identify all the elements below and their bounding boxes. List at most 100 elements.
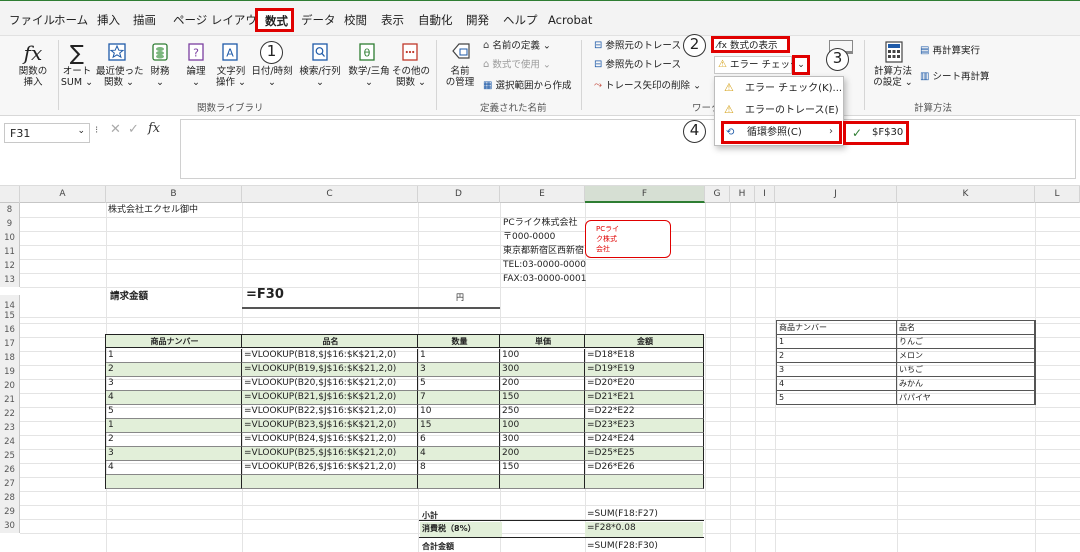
cell-f30[interactable]: =SUM(F28:F30) [585, 540, 658, 552]
use-in-formula-button[interactable]: ⌂ 数式で使用 ⌄ [483, 59, 551, 72]
table-cell[interactable]: 10 [418, 405, 500, 419]
row-header-26[interactable]: 26 [0, 463, 20, 477]
table-header[interactable]: 金額 [585, 335, 704, 348]
create-from-selection-button[interactable]: ▦ 選択範囲から作成 [483, 80, 572, 93]
table-cell[interactable]: =D23*E23 [585, 419, 704, 433]
tab-insert[interactable]: 挿入 [97, 13, 120, 27]
column-header-d[interactable]: D [418, 186, 500, 203]
formula-input[interactable] [180, 119, 1076, 179]
column-header-g[interactable]: G [705, 186, 730, 203]
cell-b8[interactable]: 株式会社エクセル御中 [106, 204, 198, 217]
table-cell[interactable]: 150 [500, 461, 585, 475]
circular-reference-submenu[interactable]: ✓ $F$30 [843, 121, 909, 145]
remove-arrows-button[interactable]: ⤳ トレース矢印の削除 ⌄ [594, 80, 701, 93]
lookup-cell[interactable]: 4 [777, 377, 897, 391]
datetime-button[interactable]: 日付/時刻 ⌄ [249, 66, 295, 88]
cell-e11[interactable]: 東京都新宿区西新宿1 [501, 245, 585, 258]
table-cell[interactable] [585, 475, 704, 489]
table-cell[interactable]: 15 [418, 419, 500, 433]
tab-help[interactable]: ヘルプ [503, 13, 538, 27]
row-header-15[interactable]: 15 [0, 309, 20, 323]
table-cell[interactable] [106, 475, 242, 489]
column-header-l[interactable]: L [1035, 186, 1080, 203]
cell-e13[interactable]: FAX:03-0000-0001 [501, 273, 586, 286]
table-cell[interactable]: 100 [500, 349, 585, 363]
table-cell[interactable]: 150 [500, 391, 585, 405]
row-header-17[interactable]: 17 [0, 337, 20, 351]
table-cell[interactable]: =VLOOKUP(B26,$J$16:$K$21,2,0) [242, 461, 418, 475]
lookup-cell[interactable]: みかん [897, 377, 1035, 391]
table-cell[interactable]: 250 [500, 405, 585, 419]
tab-acrobat[interactable]: Acrobat [548, 13, 592, 27]
table-cell[interactable]: =VLOOKUP(B24,$J$16:$K$21,2,0) [242, 433, 418, 447]
math-button[interactable]: 数学/三角 ⌄ [345, 66, 393, 88]
calc-options-button[interactable]: 計算方法 の設定 ⌄ [870, 66, 916, 88]
tab-automate[interactable]: 自動化 [418, 13, 453, 27]
table-cell[interactable]: 7 [418, 391, 500, 405]
table-header[interactable]: 品名 [242, 335, 418, 348]
lookup-cell[interactable]: 1 [777, 335, 897, 349]
column-header-h[interactable]: H [730, 186, 755, 203]
column-header-e[interactable]: E [500, 186, 585, 203]
row-header-8[interactable]: 8 [0, 203, 20, 217]
lookup-header[interactable]: 品名 [897, 321, 1035, 335]
tab-developer[interactable]: 開発 [466, 13, 489, 27]
menu-item-error-check[interactable]: エラー チェック(K)... [715, 78, 843, 100]
table-header[interactable]: 数量 [418, 335, 500, 348]
row-header-16[interactable]: 16 [0, 323, 20, 337]
table-cell[interactable] [242, 475, 418, 489]
trace-precedents-button[interactable]: ⊟ 参照元のトレース [594, 40, 681, 53]
name-box[interactable]: F31 ⌄ [4, 123, 90, 143]
show-formulas-button[interactable]: ⁄fx 数式の表示 [711, 36, 790, 53]
row-header-13[interactable]: 13 [0, 273, 20, 287]
tab-file[interactable]: ファイル [9, 13, 55, 27]
table-cell[interactable]: 1 [106, 419, 242, 433]
row-header-12[interactable]: 12 [0, 259, 20, 273]
tab-formulas[interactable]: 数式 [255, 8, 294, 32]
tab-data[interactable]: データ [301, 13, 336, 27]
column-header-a[interactable]: A [20, 186, 106, 203]
row-header-25[interactable]: 25 [0, 449, 20, 463]
table-header[interactable]: 商品ナンバー [106, 335, 242, 348]
table-cell[interactable]: =VLOOKUP(B21,$J$16:$K$21,2,0) [242, 391, 418, 405]
table-cell[interactable]: 6 [418, 433, 500, 447]
table-cell[interactable]: =D25*E25 [585, 447, 704, 461]
insert-function-icon[interactable]: fx [148, 121, 160, 136]
table-cell[interactable]: =VLOOKUP(B19,$J$16:$K$21,2,0) [242, 363, 418, 377]
row-header-11[interactable]: 11 [0, 245, 20, 259]
lookup-cell[interactable]: パパイヤ [897, 391, 1035, 405]
table-cell[interactable]: 300 [500, 433, 585, 447]
calc-now-button[interactable]: ▤ 再計算実行 [920, 45, 980, 58]
tab-review[interactable]: 校閲 [344, 13, 367, 27]
autosum-button[interactable]: オート SUM ⌄ [58, 66, 96, 88]
row-header-19[interactable]: 19 [0, 365, 20, 379]
column-header-k[interactable]: K [897, 186, 1035, 203]
menu-item-trace-error[interactable]: エラーのトレース(E) [715, 100, 843, 122]
table-cell[interactable]: 300 [500, 363, 585, 377]
cell-c14[interactable]: =F30 [244, 287, 284, 303]
row-header-23[interactable]: 23 [0, 421, 20, 435]
table-cell[interactable]: =D22*E22 [585, 405, 704, 419]
row-header-22[interactable]: 22 [0, 407, 20, 421]
row-header-10[interactable]: 10 [0, 231, 20, 245]
cell-d29[interactable]: 消費税（8%） [420, 522, 502, 537]
column-header-f[interactable]: F [585, 186, 705, 203]
row-header-24[interactable]: 24 [0, 435, 20, 449]
cell-d14[interactable]: 円 [454, 291, 464, 304]
table-cell[interactable]: 4 [418, 447, 500, 461]
table-cell[interactable]: =VLOOKUP(B22,$J$16:$K$21,2,0) [242, 405, 418, 419]
row-header-28[interactable]: 28 [0, 491, 20, 505]
table-header[interactable]: 単価 [500, 335, 585, 348]
table-cell[interactable]: =D19*E19 [585, 363, 704, 377]
row-header-29[interactable]: 29 [0, 505, 20, 519]
table-cell[interactable]: 100 [500, 419, 585, 433]
table-cell[interactable]: =VLOOKUP(B20,$J$16:$K$21,2,0) [242, 377, 418, 391]
row-header-18[interactable]: 18 [0, 351, 20, 365]
table-cell[interactable]: 3 [418, 363, 500, 377]
tab-view[interactable]: 表示 [381, 13, 404, 27]
table-cell[interactable] [500, 475, 585, 489]
row-header-9[interactable]: 9 [0, 217, 20, 231]
row-header-20[interactable]: 20 [0, 379, 20, 393]
row-header-30[interactable]: 30 [0, 519, 20, 533]
insert-function-button[interactable]: 関数の 挿入 [10, 66, 56, 88]
